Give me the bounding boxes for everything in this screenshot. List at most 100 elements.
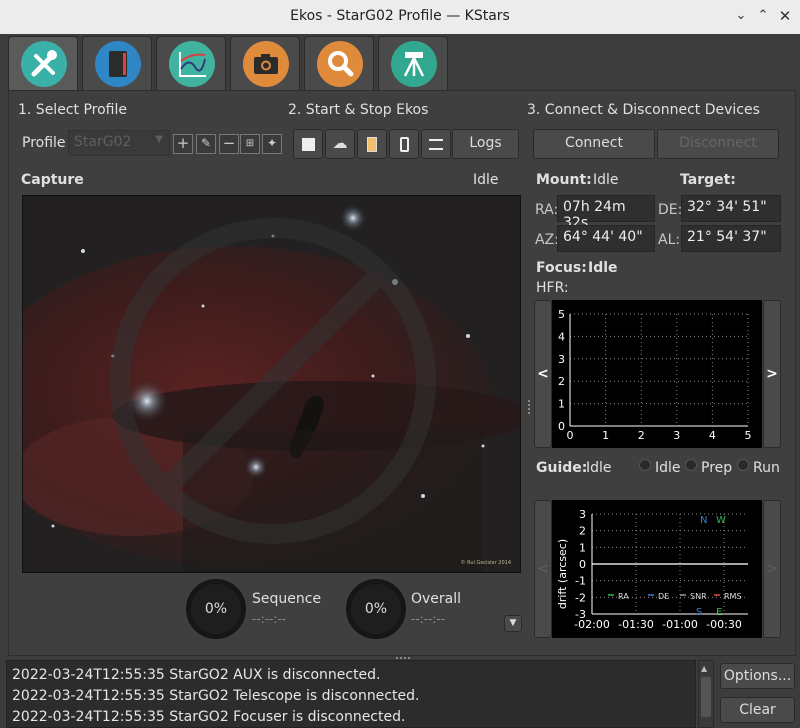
- profile-label: Profile: [22, 135, 66, 151]
- log-pane: 2022-03-24T12:55:35 StarGO2 AUX is disco…: [6, 660, 696, 728]
- mount-label: Mount:: [536, 172, 592, 188]
- guide-idle-radio[interactable]: [639, 459, 651, 471]
- expand-button[interactable]: ▼: [504, 615, 522, 632]
- ra-value: 07h 24m 32s: [557, 195, 655, 231]
- legend-label: RA: [618, 592, 629, 601]
- y-tick-label: -2: [575, 591, 586, 604]
- splitter-handle[interactable]: [528, 400, 530, 414]
- fits-viewer-button[interactable]: [389, 129, 419, 159]
- x-tick-label: -02:00: [574, 618, 610, 631]
- scrollbar-thumb[interactable]: [701, 677, 711, 717]
- compass-label: N: [700, 515, 707, 526]
- log-line: 2022-03-24T12:55:35 StarGO2 Focuser is d…: [12, 709, 406, 725]
- x-tick-label: 2: [638, 429, 645, 442]
- ra-label: RA:: [535, 202, 559, 218]
- target-label: Target:: [680, 172, 736, 188]
- camera-icon: [243, 41, 289, 87]
- connect-heading: 3. Connect & Disconnect Devices: [527, 102, 760, 118]
- guide-prev-button[interactable]: <: [534, 500, 552, 638]
- x-tick-label: 1: [602, 429, 609, 442]
- tab-scheduler[interactable]: [82, 36, 152, 90]
- stop-icon: [301, 138, 315, 151]
- x-tick-label: 3: [673, 429, 680, 442]
- az-label: AZ:: [535, 232, 559, 248]
- y-tick-label: 2: [579, 525, 586, 538]
- guide-prep-label: Prep: [701, 460, 733, 476]
- sequence-time: --:--:--: [252, 612, 287, 626]
- minimize-icon[interactable]: ⌄: [732, 7, 750, 25]
- sliders-icon: [429, 139, 443, 150]
- clear-button[interactable]: Clear: [720, 697, 795, 723]
- start-stop-heading: 2. Start & Stop Ekos: [288, 102, 429, 118]
- x-tick-label: -00:30: [706, 618, 742, 631]
- focus-status: Idle: [588, 260, 618, 276]
- y-axis-label: drift (arcsec): [556, 539, 569, 609]
- y-tick-label: 5: [558, 308, 565, 321]
- chevron-down-icon: ▼: [155, 134, 163, 145]
- edit-profile-icon[interactable]: ✎: [196, 134, 216, 154]
- log-scrollbar[interactable]: ▲: [698, 660, 714, 728]
- tab-setup[interactable]: [8, 36, 78, 90]
- y-tick-label: 0: [579, 558, 586, 571]
- disconnect-button[interactable]: Disconnect: [657, 129, 779, 159]
- y-tick-label: 1: [558, 398, 565, 411]
- x-tick-label: -01:30: [618, 618, 654, 631]
- scroll-up-icon[interactable]: ▲: [701, 664, 707, 673]
- guide-drift-chart: 3210-1-2-3-02:00 -01:30 -01:00 -00:30drift …: [552, 500, 762, 638]
- control-panel-button[interactable]: [357, 129, 387, 159]
- focus-next-button[interactable]: >: [763, 300, 781, 448]
- y-tick-label: 3: [558, 353, 565, 366]
- profile-wizard-icon[interactable]: ⊞: [240, 134, 260, 154]
- y-tick-label: 2: [558, 375, 565, 388]
- capture-status: Idle: [473, 172, 499, 188]
- y-tick-label: 0: [558, 420, 565, 433]
- compass-label: E: [716, 607, 722, 618]
- window-title: Ekos - StarG02 Profile — KStars: [290, 8, 510, 24]
- sequence-label: Sequence: [252, 591, 322, 607]
- magic-wand-icon[interactable]: ✦: [262, 134, 282, 154]
- maximize-icon[interactable]: ⌃: [754, 7, 772, 25]
- stop-ekos-button[interactable]: [293, 129, 323, 159]
- select-profile-heading: 1. Select Profile: [18, 102, 127, 118]
- magnifier-icon: [317, 41, 363, 87]
- tab-focus[interactable]: [304, 36, 374, 90]
- connect-button[interactable]: Connect: [533, 129, 655, 159]
- focus-label: Focus:: [536, 260, 587, 276]
- profile-select[interactable]: StarG02 ▼: [68, 130, 170, 156]
- guide-run-radio[interactable]: [737, 459, 749, 471]
- guide-status: Idle: [586, 460, 612, 476]
- mount-status: Idle: [593, 172, 619, 188]
- guide-run-label: Run: [753, 460, 780, 476]
- device-icon: [399, 137, 409, 152]
- de-value: 32° 34' 51": [681, 195, 781, 222]
- overall-progress-ring: 0%: [346, 579, 406, 639]
- log-splitter-handle[interactable]: [396, 657, 410, 659]
- capture-title: Capture: [21, 172, 84, 188]
- cloud-button[interactable]: ☁: [325, 129, 355, 159]
- remove-profile-icon[interactable]: −: [219, 134, 239, 154]
- options-button[interactable]: Options...: [720, 663, 795, 689]
- close-icon[interactable]: ✕: [776, 7, 794, 25]
- copyright-watermark: © Rul Gecisler 2014: [460, 559, 511, 566]
- logs-button[interactable]: Logs: [452, 129, 519, 159]
- module-tabs: [8, 34, 796, 90]
- guide-prep-radio[interactable]: [685, 459, 697, 471]
- tab-capture[interactable]: [230, 36, 300, 90]
- sequence-progress-ring: 0%: [186, 579, 246, 639]
- guide-label: Guide:: [536, 460, 588, 476]
- settings-button[interactable]: [421, 129, 451, 159]
- focus-prev-button[interactable]: <: [534, 300, 552, 448]
- y-tick-label: 4: [558, 330, 565, 343]
- overall-label: Overall: [411, 591, 462, 607]
- x-tick-label: -01:00: [662, 618, 698, 631]
- title-bar: Ekos - StarG02 Profile — KStars ⌄ ⌃ ✕: [0, 0, 800, 34]
- log-line: 2022-03-24T12:55:35 StarGO2 Telescope is…: [12, 688, 420, 704]
- add-profile-icon[interactable]: +: [173, 134, 193, 154]
- notebook-icon: [95, 41, 141, 87]
- guide-next-button[interactable]: >: [763, 500, 781, 638]
- tab-mount[interactable]: [378, 36, 448, 90]
- profile-select-value: StarG02: [74, 134, 132, 150]
- de-label: DE:: [658, 202, 683, 218]
- al-label: AL:: [658, 232, 681, 248]
- tab-analyze[interactable]: [156, 36, 226, 90]
